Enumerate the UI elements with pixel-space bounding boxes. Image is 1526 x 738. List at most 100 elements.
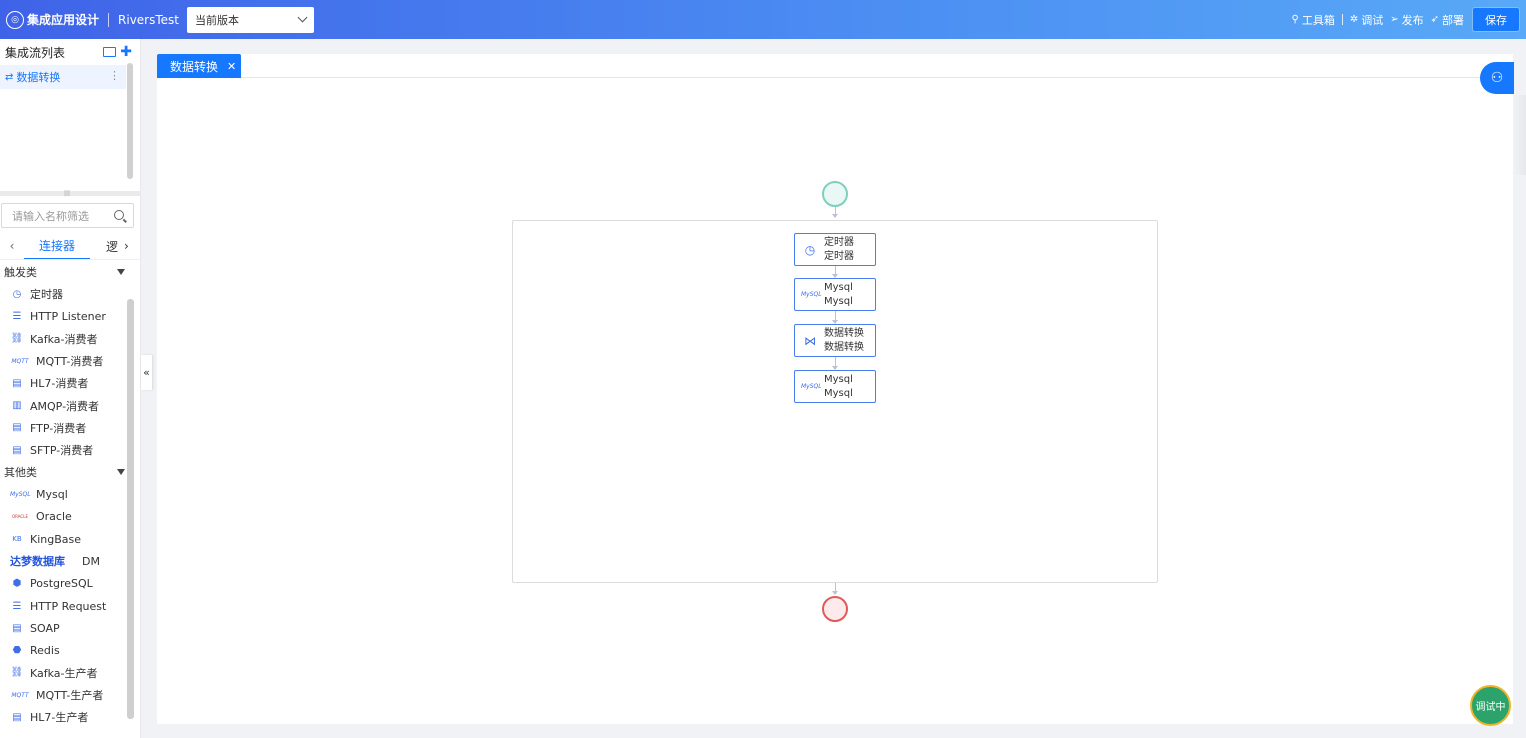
palette-item-redis[interactable]: ⬣ Redis bbox=[0, 639, 127, 661]
node-title: Mysql bbox=[824, 281, 853, 293]
editor-tab-label: 数据转换 bbox=[170, 59, 219, 74]
version-select[interactable]: 当前版本 bbox=[187, 6, 314, 33]
caret-down-icon[interactable] bbox=[117, 269, 125, 275]
flow-node-mysql-target[interactable]: MySQL Mysql Mysql bbox=[794, 370, 876, 403]
debug-status-button[interactable]: 调试中 bbox=[1470, 685, 1511, 726]
palette-item-hl7-consumer[interactable]: ▤ HL7-消费者 bbox=[0, 372, 127, 394]
more-vertical-icon[interactable]: ⋮ bbox=[109, 69, 120, 82]
component-search-input[interactable]: 请输入名称筛选 bbox=[1, 203, 134, 228]
key-icon: ⚲ bbox=[1291, 14, 1299, 25]
chevron-right-icon[interactable]: › bbox=[124, 239, 129, 253]
transform-icon: ⋈ bbox=[804, 333, 816, 348]
tab-connectors[interactable]: 连接器 bbox=[24, 232, 91, 260]
collapse-sidebar-button[interactable]: « bbox=[141, 355, 152, 390]
palette-item-label: AMQP-消费者 bbox=[30, 399, 100, 413]
document-icon: ▤ bbox=[12, 377, 22, 389]
palette-item-soap[interactable]: ▤ SOAP bbox=[0, 617, 127, 639]
oracle-logo-icon: ORACLE bbox=[12, 514, 28, 520]
redis-icon: ⬣ bbox=[12, 645, 22, 657]
panel-splitter[interactable] bbox=[0, 191, 141, 196]
palette-item-http-listener[interactable]: ☰ HTTP Listener bbox=[0, 305, 127, 327]
node-subtitle: 定时器 bbox=[824, 250, 854, 262]
category-trigger[interactable]: 触发类 bbox=[0, 261, 127, 283]
timer-icon: ◷ bbox=[12, 288, 22, 300]
palette-item-label: HL7-消费者 bbox=[30, 377, 89, 391]
drag-handle-icon[interactable]: ||| bbox=[64, 191, 70, 197]
node-title: 定时器 bbox=[824, 236, 854, 248]
mqtt-logo-icon: MQTT bbox=[11, 691, 29, 699]
palette-item-kingbase[interactable]: KB KingBase bbox=[0, 528, 127, 550]
tab-logic[interactable]: 逻 bbox=[106, 238, 118, 255]
category-other[interactable]: 其他类 bbox=[0, 461, 127, 483]
save-button[interactable]: 保存 bbox=[1473, 8, 1519, 31]
debug-label: 调试 bbox=[1361, 13, 1384, 27]
header-divider bbox=[108, 12, 110, 27]
node-subtitle: Mysql bbox=[824, 295, 853, 307]
palette-item-dm[interactable]: 达梦数据库 DM bbox=[0, 550, 127, 572]
app-logo-icon: ◎ bbox=[6, 10, 24, 29]
node-title: 数据转换 bbox=[824, 327, 864, 339]
flow-node-timer[interactable]: ◷ 定时器 定时器 bbox=[794, 233, 876, 266]
app-title: 集成应用设计 bbox=[27, 13, 100, 27]
node-title: Mysql bbox=[824, 373, 853, 385]
publish-button[interactable]: ➢ 发布 bbox=[1390, 12, 1423, 28]
palette-item-amqp-consumer[interactable]: ▥ AMQP-消费者 bbox=[0, 394, 127, 416]
publish-label: 发布 bbox=[1401, 13, 1424, 27]
tabs-divider bbox=[0, 259, 141, 260]
flow-list-actions: ✚ bbox=[103, 44, 132, 60]
palette-item-label: FTP-消费者 bbox=[30, 421, 87, 435]
close-icon[interactable]: ✕ bbox=[227, 60, 236, 73]
top-header: ◎ 集成应用设计 RiversTest 当前版本 ⚲ 工具箱 ✲ 调试 ➢ 发布… bbox=[0, 0, 1526, 39]
timer-icon: ◷ bbox=[804, 242, 816, 257]
kingbase-logo-icon: KB bbox=[12, 535, 22, 544]
palette-item-sftp-consumer[interactable]: ▤ SFTP-消费者 bbox=[0, 439, 127, 461]
palette-item-mqtt-consumer[interactable]: MQTT MQTT-消费者 bbox=[0, 350, 127, 372]
palette-item-label: HTTP Request bbox=[30, 599, 107, 613]
palette-item-oracle[interactable]: ORACLE Oracle bbox=[0, 506, 127, 528]
flow-item-label: 数据转换 bbox=[16, 71, 61, 84]
rocket-icon: ➶ bbox=[1430, 14, 1439, 25]
palette-item-timer[interactable]: ◷ 定时器 bbox=[0, 283, 127, 305]
palette-item-postgresql[interactable]: ⬢ PostgreSQL bbox=[0, 573, 127, 595]
palette-item-hl7-producer[interactable]: ▤ HL7-生产者 bbox=[0, 706, 127, 728]
start-event-node[interactable] bbox=[822, 181, 848, 207]
palette-item-label: KingBase bbox=[30, 532, 82, 546]
palette-item-mysql[interactable]: MySQL Mysql bbox=[0, 483, 127, 505]
end-event-node[interactable] bbox=[822, 596, 848, 622]
mysql-logo-icon: MySQL bbox=[10, 491, 31, 499]
plus-icon[interactable]: ✚ bbox=[120, 44, 132, 60]
flow-list-item[interactable]: ⇄ 数据转换 ⋮ bbox=[0, 65, 126, 89]
header-actions: ⚲ 工具箱 ✲ 调试 ➢ 发布 ➶ 部署 保存 bbox=[1292, 0, 1519, 39]
deploy-label: 部署 bbox=[1442, 13, 1464, 27]
palette-item-label: 定时器 bbox=[30, 288, 63, 302]
caret-down-icon[interactable] bbox=[117, 469, 125, 476]
component-palette: 触发类 ◷ 定时器 ☰ HTTP Listener ⛓ Kafka-消费者 MQTT M… bbox=[0, 261, 127, 729]
flow-node-mysql-source[interactable]: MySQL Mysql Mysql bbox=[794, 278, 876, 311]
palette-item-label: Kafka-生产者 bbox=[30, 666, 98, 680]
flow-list-scrollbar[interactable] bbox=[127, 63, 133, 179]
send-icon: ➢ bbox=[1390, 14, 1399, 25]
chevron-left-icon[interactable]: ‹ bbox=[0, 239, 24, 253]
flow-icon: ⇄ bbox=[5, 71, 14, 83]
palette-item-ftp-consumer[interactable]: ▤ FTP-消费者 bbox=[0, 417, 127, 439]
folder-add-icon[interactable] bbox=[103, 47, 117, 57]
dm-logo-icon: 达梦数据库 bbox=[10, 555, 65, 569]
debug-button[interactable]: ✲ 调试 bbox=[1350, 12, 1383, 28]
editor-tab[interactable]: 数据转换 ✕ bbox=[157, 54, 241, 78]
palette-item-label: Redis bbox=[30, 644, 60, 658]
kafka-icon: ⛓ bbox=[10, 667, 24, 679]
editor-tabbar: 数据转换 ✕ bbox=[157, 54, 1513, 78]
search-icon[interactable] bbox=[114, 210, 124, 220]
palette-item-kafka-consumer[interactable]: ⛓ Kafka-消费者 bbox=[0, 328, 127, 350]
palette-item-label: Mysql bbox=[36, 488, 68, 502]
collaborators-button[interactable]: ⚇ bbox=[1480, 62, 1514, 94]
flow-node-transform[interactable]: ⋈ 数据转换 数据转换 bbox=[794, 324, 876, 357]
palette-item-http-request[interactable]: ☰ HTTP Request bbox=[0, 595, 127, 617]
sidebar: 集成流列表 ✚ ⇄ 数据转换 ⋮ ||| 请输入名称筛选 ‹ 连接器 逻 › 触… bbox=[0, 39, 141, 738]
palette-item-kafka-producer[interactable]: ⛓ Kafka-生产者 bbox=[0, 662, 127, 684]
palette-item-label: HL7-生产者 bbox=[30, 711, 89, 725]
deploy-button[interactable]: ➶ 部署 bbox=[1431, 12, 1464, 28]
palette-scrollbar[interactable] bbox=[127, 299, 134, 719]
toolbox-button[interactable]: ⚲ 工具箱 bbox=[1292, 12, 1335, 28]
palette-item-mqtt-producer[interactable]: MQTT MQTT-生产者 bbox=[0, 684, 127, 706]
